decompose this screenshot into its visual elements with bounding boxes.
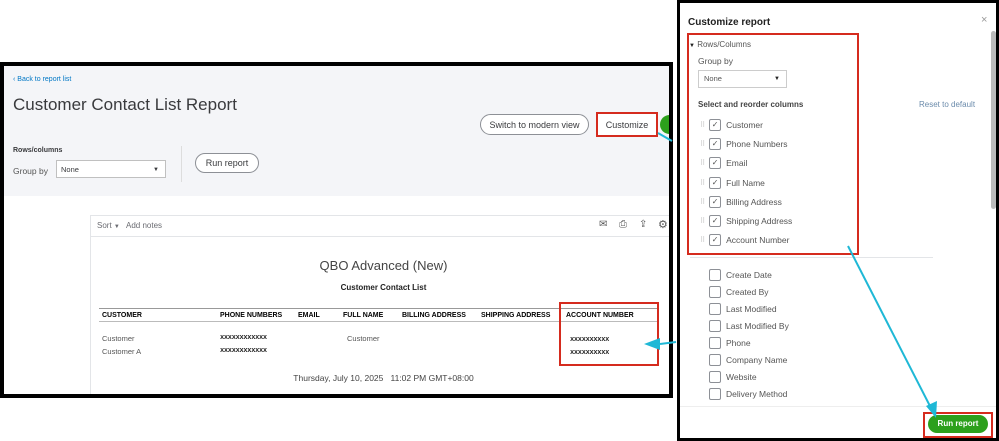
arrow-customize: [657, 132, 673, 142]
arrow-account: [659, 341, 677, 345]
arrow-run-report: [847, 245, 933, 411]
arrow-account-head: [644, 338, 660, 350]
annotation-arrows: [644, 132, 937, 418]
